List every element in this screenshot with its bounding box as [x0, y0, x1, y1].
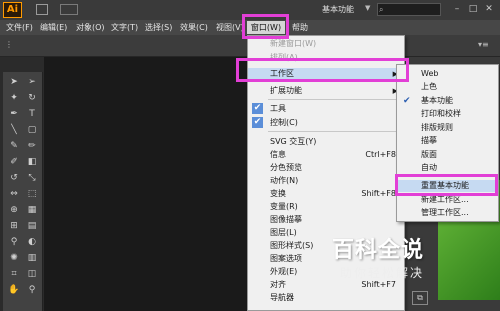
menu-select[interactable]: 选择(S) — [145, 22, 172, 33]
workspace-painting[interactable]: 上色 — [397, 81, 498, 93]
direct-selection-tool-icon[interactable]: ➢ — [25, 76, 39, 89]
type-tool-icon[interactable]: T — [25, 108, 39, 121]
gripper-icon: ⋮ — [5, 40, 13, 49]
watermark-title: 百科全说 — [332, 238, 425, 263]
menu-item-control[interactable]: ✔ 控制(C) — [248, 117, 404, 129]
workspace-layout[interactable]: 版面 — [397, 149, 498, 161]
close-icon[interactable]: ✕ — [482, 3, 496, 15]
workspace-web[interactable]: Web — [397, 68, 498, 80]
menu-edit[interactable]: 编辑(E) — [40, 22, 67, 33]
hand-tool-icon[interactable]: ✋ — [7, 284, 21, 297]
watermark: 百科全说 助你轻松解决 — [332, 232, 462, 284]
search-input[interactable]: ⌕ — [377, 3, 441, 16]
arrange-documents-icon[interactable] — [60, 4, 78, 15]
search-icon: ⌕ — [379, 5, 384, 14]
watermark-subtitle: 助你轻松解决 — [340, 266, 425, 280]
magic-wand-tool-icon[interactable]: ✦ — [7, 92, 21, 105]
artboard-canvas[interactable] — [44, 57, 248, 311]
perspective-grid-tool-icon[interactable]: ▦ — [25, 204, 39, 217]
menu-item-tools[interactable]: ✔ 工具 — [248, 103, 404, 115]
menu-object[interactable]: 对象(O) — [76, 22, 105, 33]
minimize-icon[interactable]: – — [450, 3, 464, 15]
gradient-tool-icon[interactable]: ▤ — [25, 220, 39, 233]
menu-item-variables[interactable]: 变量(R) — [248, 201, 404, 213]
menu-item-image-trace[interactable]: 图像描摹 — [248, 214, 404, 226]
lasso-tool-icon[interactable]: ↻ — [25, 92, 39, 105]
app-logo: Ai — [3, 2, 22, 18]
width-tool-icon[interactable]: ⇔ — [7, 188, 21, 201]
paintbrush-tool-icon[interactable]: ✎ — [7, 140, 21, 153]
workspace-printing-proofing[interactable]: 打印和校样 — [397, 108, 498, 120]
menu-item-navigator[interactable]: 导航器 — [248, 292, 404, 304]
highlight-workspace-item — [236, 58, 409, 82]
menu-item-new-window: 新建窗口(W) — [270, 39, 317, 48]
chevron-down-icon[interactable]: ▼ — [365, 4, 370, 12]
menu-item-transform[interactable]: 变换 Shift+F8 — [248, 188, 404, 200]
document-icon[interactable] — [36, 4, 48, 15]
menu-item-svg-interactivity[interactable]: SVG 交互(Y) — [248, 136, 404, 148]
menu-separator — [268, 99, 402, 100]
workspace-tracing[interactable]: 描摹 — [397, 135, 498, 147]
panel-toggle-icon[interactable]: ⧉ — [412, 291, 428, 305]
menu-item-separations-preview[interactable]: 分色预览 — [248, 162, 404, 174]
slice-tool-icon[interactable]: ◫ — [25, 268, 39, 281]
workspace-typography[interactable]: 排版规则 — [397, 122, 498, 134]
column-graph-tool-icon[interactable]: ▥ — [25, 252, 39, 265]
menu-help[interactable]: 帮助 — [292, 22, 308, 33]
shape-builder-tool-icon[interactable]: ⊕ — [7, 204, 21, 217]
workspace-automation[interactable]: 自动 — [397, 162, 498, 174]
menu-type[interactable]: 文字(T) — [111, 22, 138, 33]
check-icon: ✔ — [403, 96, 411, 106]
highlight-window-menu — [242, 14, 289, 39]
menu-separator — [268, 131, 402, 132]
check-icon: ✔ — [252, 117, 263, 128]
menu-effect[interactable]: 效果(C) — [180, 22, 208, 33]
menu-item-extensions[interactable]: 扩展功能▶ — [248, 85, 404, 97]
tools-panel: ➤ ➢ ✦ ↻ ✒ T ╲ ▢ ✎ ✏ ✐ ◧ ↺ ⤡ ⇔ ⬚ ⊕ ▦ ⊞ ▤ … — [3, 72, 43, 311]
manage-workspaces-item[interactable]: 管理工作区... — [397, 207, 498, 219]
blend-tool-icon[interactable]: ◐ — [25, 236, 39, 249]
menu-view[interactable]: 视图(V) — [216, 22, 244, 33]
symbol-sprayer-tool-icon[interactable]: ✺ — [7, 252, 21, 265]
menu-item-actions[interactable]: 动作(N) — [248, 175, 404, 187]
menu-file[interactable]: 文件(F) — [6, 22, 33, 33]
free-transform-tool-icon[interactable]: ⬚ — [25, 188, 39, 201]
workspace-switcher[interactable]: 基本功能 — [322, 4, 354, 15]
maximize-icon[interactable]: □ — [466, 3, 480, 15]
check-icon: ✔ — [252, 103, 263, 114]
rectangle-tool-icon[interactable]: ▢ — [25, 124, 39, 137]
workspace-essentials[interactable]: ✔ 基本功能 — [397, 95, 498, 107]
selection-tool-icon[interactable]: ➤ — [7, 76, 21, 89]
blob-brush-tool-icon[interactable]: ✐ — [7, 156, 21, 169]
artboard-tool-icon[interactable]: ⌗ — [7, 268, 21, 281]
rotate-tool-icon[interactable]: ↺ — [7, 172, 21, 185]
pen-tool-icon[interactable]: ✒ — [7, 108, 21, 121]
zoom-tool-icon[interactable]: ⚲ — [25, 284, 39, 297]
eyedropper-tool-icon[interactable]: ⚲ — [7, 236, 21, 249]
pencil-tool-icon[interactable]: ✏ — [25, 140, 39, 153]
menu-item-info[interactable]: 信息 Ctrl+F8 — [248, 149, 404, 161]
panel-menu-icon[interactable]: ▾≡ — [478, 40, 489, 49]
mesh-tool-icon[interactable]: ⊞ — [7, 220, 21, 233]
line-tool-icon[interactable]: ╲ — [7, 124, 21, 137]
highlight-reset-essentials — [395, 174, 498, 196]
workspace-submenu: Web 上色 ✔ 基本功能 打印和校样 排版规则 描摹 版面 自动 重置基本功能 … — [396, 64, 499, 222]
scale-tool-icon[interactable]: ⤡ — [25, 172, 39, 185]
eraser-tool-icon[interactable]: ◧ — [25, 156, 39, 169]
